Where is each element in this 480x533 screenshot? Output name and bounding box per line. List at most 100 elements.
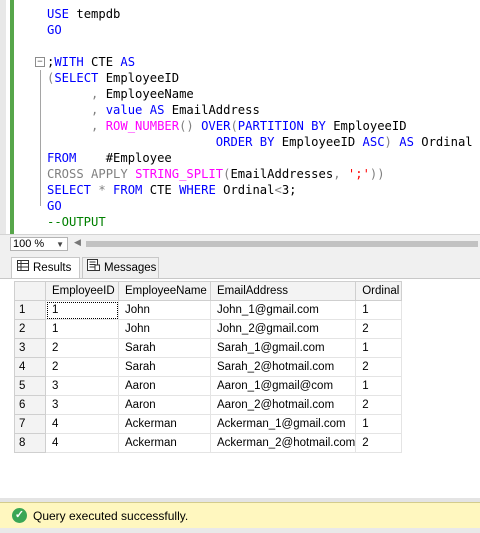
grid-cell[interactable]: John xyxy=(118,319,211,339)
code-line[interactable]: --OUTPUT xyxy=(47,214,473,230)
code-token: ) xyxy=(384,135,400,149)
tab-results-label: Results xyxy=(33,261,72,274)
row-number[interactable]: 4 xyxy=(14,357,46,377)
table-row[interactable]: 5 3 Aaron Aaron_1@gmail@com 1 xyxy=(14,376,403,396)
code-line[interactable]: ORDER BY EmployeeID ASC) AS Ordinal xyxy=(47,134,473,150)
zoom-dropdown[interactable]: 100 % ▼ xyxy=(10,237,68,251)
results-grid-pane[interactable]: EmployeeID EmployeeName EmailAddress Ord… xyxy=(0,278,480,498)
grid-corner[interactable] xyxy=(14,281,46,301)
row-number[interactable]: 2 xyxy=(14,319,46,339)
code-token: Ordinal xyxy=(215,183,275,197)
code-line[interactable]: CROSS APPLY STRING_SPLIT(EmailAddresses,… xyxy=(47,166,473,182)
scroll-left-arrow-icon[interactable]: ◀ xyxy=(74,237,81,248)
code-line[interactable]: , value AS EmailAddress xyxy=(47,102,473,118)
code-token: () xyxy=(179,119,202,133)
column-header[interactable]: EmailAddress xyxy=(209,281,357,301)
code-line[interactable]: , ROW_NUMBER() OVER(PARTITION BY Employe… xyxy=(47,118,473,134)
code-line[interactable] xyxy=(47,38,473,54)
code-line[interactable]: FROM #Employee xyxy=(47,150,473,166)
code-line[interactable]: SELECT * FROM CTE WHERE Ordinal<3; xyxy=(47,182,473,198)
collapse-outline-icon[interactable]: − xyxy=(35,57,45,67)
grid-cell[interactable]: 1 xyxy=(355,338,403,358)
table-row[interactable]: 2 1 John John_2@gmail.com 2 xyxy=(14,319,403,339)
query-editor[interactable]: − USE tempdb GO ;WITH CTE AS (SELECT Emplo… xyxy=(0,0,480,234)
grid-cell[interactable]: John_2@gmail.com xyxy=(209,319,357,339)
messages-icon xyxy=(87,258,100,278)
grid-cell[interactable]: 3 xyxy=(45,376,119,396)
grid-cell[interactable]: 2 xyxy=(355,357,403,377)
grid-cell[interactable]: John_1@gmail.com xyxy=(209,300,357,320)
row-number[interactable]: 8 xyxy=(14,433,46,453)
grid-cell[interactable]: 1 xyxy=(355,376,403,396)
code-token: tempdb xyxy=(69,7,121,21)
grid-cell[interactable]: 1 xyxy=(45,300,119,320)
row-number[interactable]: 5 xyxy=(14,376,46,396)
grid-cell[interactable]: 1 xyxy=(355,300,403,320)
grid-cell[interactable]: 1 xyxy=(45,319,119,339)
table-row[interactable]: 4 2 Sarah Sarah_2@hotmail.com 2 xyxy=(14,357,403,377)
chevron-down-icon[interactable]: ▼ xyxy=(56,239,64,251)
grid-cell[interactable]: Ackerman_2@hotmail.com xyxy=(209,433,357,453)
row-number[interactable]: 6 xyxy=(14,395,46,415)
table-row[interactable]: 7 4 Ackerman Ackerman_1@gmail.com 1 xyxy=(14,414,403,434)
code-line[interactable]: (SELECT EmployeeID xyxy=(47,70,473,86)
results-grid[interactable]: EmployeeID EmployeeName EmailAddress Ord… xyxy=(14,281,403,453)
code-token: * xyxy=(91,183,114,197)
zoom-value: 100 % xyxy=(13,238,45,250)
grid-cell[interactable]: 1 xyxy=(355,414,403,434)
grid-cell[interactable]: Sarah xyxy=(118,357,211,377)
code-token: 3; xyxy=(281,183,297,197)
grid-cell[interactable]: 2 xyxy=(355,319,403,339)
grid-cell[interactable]: Sarah_1@gmail.com xyxy=(209,338,357,358)
tab-messages[interactable]: Messages xyxy=(82,257,159,278)
table-row[interactable]: 3 2 Sarah Sarah_1@gmail.com 1 xyxy=(14,338,403,358)
horizontal-scrollbar[interactable]: ◀ xyxy=(72,237,478,250)
row-number[interactable]: 7 xyxy=(14,414,46,434)
code-token: AS xyxy=(149,103,165,117)
grid-cell[interactable]: 2 xyxy=(355,433,403,453)
column-header[interactable]: EmployeeName xyxy=(118,281,211,301)
grid-cell[interactable]: 4 xyxy=(45,414,119,434)
grid-cell[interactable]: Aaron_2@hotmail.com xyxy=(209,395,357,415)
column-header[interactable]: Ordinal xyxy=(355,281,403,301)
tab-results[interactable]: Results xyxy=(11,257,80,278)
code-token: OVER xyxy=(201,119,231,133)
grid-cell[interactable]: Sarah xyxy=(118,338,211,358)
selection-margin[interactable] xyxy=(0,0,6,234)
grid-cell[interactable]: John xyxy=(118,300,211,320)
row-number[interactable]: 3 xyxy=(14,338,46,358)
table-row[interactable]: 1 1 John John_1@gmail.com 1 xyxy=(14,300,403,320)
sql-code[interactable]: USE tempdb GO ;WITH CTE AS (SELECT Employe… xyxy=(47,6,473,230)
code-line[interactable]: , EmployeeName xyxy=(47,86,473,102)
grid-cell[interactable]: 3 xyxy=(45,395,119,415)
grid-cell[interactable]: Aaron xyxy=(118,395,211,415)
grid-cell[interactable]: Aaron_1@gmail@com xyxy=(209,376,357,396)
code-token: STRING_SPLIT xyxy=(135,167,224,181)
grid-cell[interactable]: 2 xyxy=(355,395,403,415)
grid-cell[interactable]: Ackerman xyxy=(118,433,211,453)
code-line[interactable]: GO xyxy=(47,22,473,38)
grid-cell[interactable]: 4 xyxy=(45,433,119,453)
code-line[interactable]: ;WITH CTE AS xyxy=(47,54,473,70)
results-tab-strip: Results Messages xyxy=(0,252,480,278)
code-token: ORDER BY xyxy=(215,135,275,149)
code-token: EmailAddresses xyxy=(230,167,334,181)
row-number[interactable]: 1 xyxy=(14,300,46,320)
code-line[interactable]: USE tempdb xyxy=(47,6,473,22)
code-token: )) xyxy=(369,167,385,181)
column-header[interactable]: EmployeeID xyxy=(45,281,119,301)
grid-icon xyxy=(17,259,29,278)
scrollbar-thumb[interactable] xyxy=(86,241,478,247)
code-token: < xyxy=(274,183,282,197)
grid-cell[interactable]: Ackerman xyxy=(118,414,211,434)
table-row[interactable]: 8 4 Ackerman Ackerman_2@hotmail.com 2 xyxy=(14,433,403,453)
grid-cell[interactable]: Aaron xyxy=(118,376,211,396)
code-token: EmailAddress xyxy=(164,103,260,117)
grid-cell[interactable]: Sarah_2@hotmail.com xyxy=(209,357,357,377)
grid-cell[interactable]: 2 xyxy=(45,338,119,358)
table-row[interactable]: 6 3 Aaron Aaron_2@hotmail.com 2 xyxy=(14,395,403,415)
code-line[interactable]: GO xyxy=(47,198,473,214)
grid-cell[interactable]: Ackerman_1@gmail.com xyxy=(209,414,357,434)
grid-cell[interactable]: 2 xyxy=(45,357,119,377)
